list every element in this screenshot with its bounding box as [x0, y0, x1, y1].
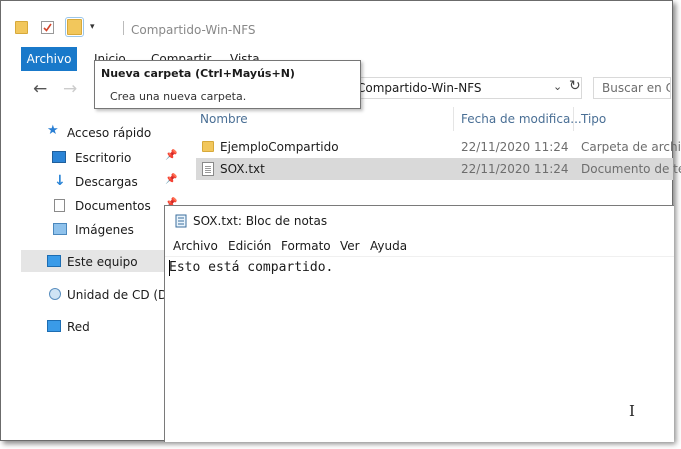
tooltip-description: Crea una nueva carpeta. — [110, 90, 247, 103]
column-header-date[interactable]: Fecha de modifica... — [461, 112, 582, 126]
sidebar-item-imagenes[interactable]: Imágenes — [21, 218, 165, 240]
sidebar-item-unidad-cd[interactable]: Unidad de CD (D:) — [21, 283, 176, 305]
file-type: Documento de texto — [581, 162, 681, 176]
tooltip-title: Nueva carpeta (Ctrl+Mayús+N) — [101, 67, 295, 80]
customize-toolbar-icon[interactable]: ▾ — [90, 22, 95, 32]
text-file-icon — [202, 162, 214, 176]
search-placeholder: Buscar en Co — [602, 81, 670, 95]
column-separator[interactable] — [573, 107, 574, 131]
file-date: 22/11/2020 11:24 — [461, 162, 569, 176]
address-bar[interactable]: Compartido-Win-NFS ⌄ ↻ — [356, 77, 582, 99]
address-dropdown-icon[interactable]: ⌄ — [553, 80, 562, 93]
documents-icon — [54, 199, 65, 212]
file-row[interactable]: EjemploCompartido 22/11/2020 11:24 Carpe… — [196, 136, 681, 158]
cd-drive-icon — [49, 288, 61, 300]
file-name: SOX.txt — [220, 162, 265, 176]
sidebar-item-label: Descargas — [75, 175, 138, 189]
ibeam-cursor-icon: I — [629, 402, 635, 420]
folder-icon — [15, 21, 28, 34]
sidebar-item-label: Este equipo — [67, 255, 138, 269]
menu-separator — [165, 256, 674, 257]
notepad-icon — [175, 214, 187, 228]
pin-icon[interactable]: 📌 — [165, 150, 177, 161]
menu-formato[interactable]: Formato — [281, 239, 331, 253]
menu-archivo[interactable]: Archivo — [173, 239, 218, 253]
sidebar-item-label: Unidad de CD (D:) — [67, 288, 177, 302]
back-arrow-icon[interactable]: ← — [33, 79, 47, 99]
sidebar-item-descargas[interactable]: ↓ Descargas 📌 — [21, 170, 177, 192]
menu-ver[interactable]: Ver — [340, 239, 360, 253]
file-name: EjemploCompartido — [220, 140, 339, 154]
network-icon — [47, 320, 61, 332]
menu-ayuda[interactable]: Ayuda — [370, 239, 407, 253]
sidebar-item-este-equipo[interactable]: Este equipo — [21, 250, 164, 272]
new-folder-icon[interactable] — [65, 17, 84, 37]
file-date: 22/11/2020 11:24 — [461, 140, 569, 154]
menu-edicion[interactable]: Edición — [228, 239, 271, 253]
text-caret — [169, 260, 170, 276]
images-icon — [53, 223, 67, 235]
title-bar: ▾ Compartido-Win-NFS — [1, 1, 672, 39]
tab-archivo[interactable]: Archivo — [21, 47, 77, 71]
forward-arrow-icon[interactable]: → — [63, 79, 77, 99]
refresh-icon[interactable]: ↻ — [569, 78, 581, 94]
window-title: Compartido-Win-NFS — [131, 23, 256, 37]
title-separator — [123, 21, 124, 35]
new-folder-tooltip: Nueva carpeta (Ctrl+Mayús+N) Crea una nu… — [94, 60, 361, 109]
column-header-name[interactable]: Nombre — [200, 112, 248, 126]
properties-icon[interactable] — [41, 21, 54, 34]
sidebar-item-label: Red — [67, 320, 90, 334]
sidebar-item-label: Acceso rápido — [67, 126, 152, 140]
address-path: Compartido-Win-NFS — [357, 81, 482, 95]
file-explorer-window: ▾ Compartido-Win-NFS Archivo Inicio Comp… — [0, 0, 681, 442]
computer-icon — [47, 255, 61, 267]
notepad-text-area[interactable]: Esto está compartido. — [169, 260, 333, 275]
star-icon: ★ — [47, 123, 59, 138]
notepad-window: SOX.txt: Bloc de notas Archivo Edición F… — [164, 205, 674, 442]
search-input[interactable]: Buscar en Co — [593, 77, 671, 99]
sidebar-item-label: Documentos — [75, 199, 151, 213]
sidebar-item-label: Escritorio — [75, 151, 132, 165]
file-type: Carpeta de archivos — [581, 140, 681, 154]
sidebar-item-acceso-rapido[interactable]: ★ Acceso rápido — [21, 121, 165, 143]
column-header-type[interactable]: Tipo — [581, 112, 606, 126]
sidebar-item-label: Imágenes — [75, 223, 134, 237]
notepad-title: SOX.txt: Bloc de notas — [193, 214, 328, 228]
download-icon: ↓ — [54, 173, 66, 189]
sidebar-item-red[interactable]: Red — [21, 315, 165, 337]
column-separator[interactable] — [453, 107, 454, 131]
file-row[interactable]: SOX.txt 22/11/2020 11:24 Documento de te… — [196, 158, 681, 180]
sidebar-item-escritorio[interactable]: Escritorio 📌 — [21, 146, 177, 168]
folder-icon — [202, 141, 214, 152]
pin-icon[interactable]: 📌 — [165, 174, 177, 185]
desktop-icon — [52, 151, 66, 163]
sidebar-item-documentos[interactable]: Documentos 📌 — [21, 194, 177, 216]
